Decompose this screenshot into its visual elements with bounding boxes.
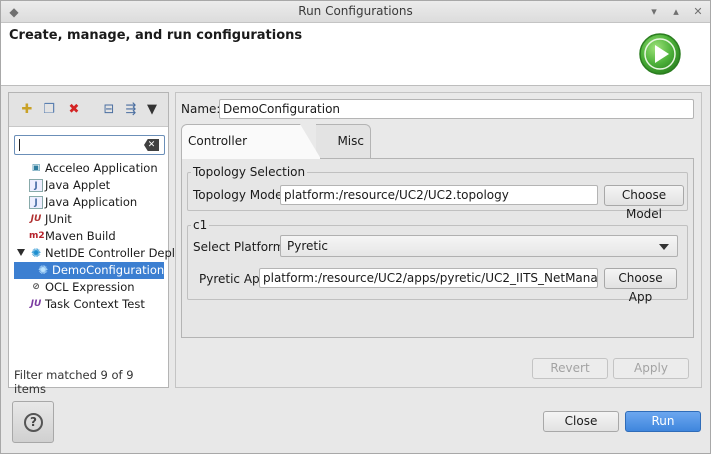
tab-controller-deployment[interactable]: Controller Deployment bbox=[181, 124, 321, 159]
tree-item-democonfiguration[interactable]: ✺ DemoConfiguration bbox=[14, 262, 164, 279]
run-configurations-dialog: ◆ Run Configurations ▾ ▴ ✕ Create, manag… bbox=[0, 0, 711, 454]
tab-content: Topology Selection Topology Model: platf… bbox=[181, 158, 694, 338]
tree-item-label: JUnit bbox=[45, 212, 72, 226]
topology-group-label: Topology Selection bbox=[191, 165, 308, 179]
tree-item-java-application[interactable]: J Java Application bbox=[9, 194, 168, 211]
tree-item-ocl-expression[interactable]: ⊘ OCL Expression bbox=[9, 279, 168, 296]
minimize-icon[interactable]: ▾ bbox=[646, 4, 662, 20]
netide-icon: ✺ bbox=[30, 246, 42, 260]
tree-item-maven-build[interactable]: m2 Maven Build bbox=[9, 228, 168, 245]
netide-config-icon: ✺ bbox=[37, 263, 49, 277]
topology-model-label: Topology Model: bbox=[193, 188, 290, 202]
task-context-icon: JU bbox=[30, 299, 42, 309]
duplicate-icon[interactable]: ❐ bbox=[40, 101, 58, 119]
tree-item-junit[interactable]: JU JUnit bbox=[9, 211, 168, 228]
window-title: Run Configurations bbox=[298, 4, 413, 18]
ocl-icon: ⊘ bbox=[32, 282, 40, 292]
topology-model-field[interactable]: platform:/resource/UC2/UC2.topology bbox=[280, 185, 598, 205]
configuration-editor-panel: Name: DemoConfiguration Controller Deplo… bbox=[175, 92, 702, 388]
topology-selection-group: Topology Selection Topology Model: platf… bbox=[187, 165, 688, 221]
select-platform-label: Select Platform: bbox=[193, 240, 289, 254]
filter-status-text: Filter matched 9 of 9 items bbox=[14, 368, 134, 396]
tree-item-label: Acceleo Application bbox=[45, 161, 158, 175]
choose-model-button[interactable]: Choose Model bbox=[604, 185, 684, 221]
name-label: Name: bbox=[181, 102, 221, 116]
choose-app-button[interactable]: Choose App bbox=[604, 268, 677, 304]
filter-input[interactable]: ✕ bbox=[14, 135, 165, 155]
tab-misc[interactable]: Misc bbox=[316, 124, 371, 159]
tree-item-label: DemoConfiguration bbox=[52, 263, 165, 277]
header-title: Create, manage, and run configurations bbox=[9, 28, 303, 43]
list-toolbar: ✚ ❐ ✖ ⊟ ⇶ ▼ bbox=[9, 93, 168, 127]
help-icon: ? bbox=[24, 413, 43, 432]
expand-arrow-icon[interactable] bbox=[17, 249, 25, 256]
run-button[interactable]: Run bbox=[625, 411, 701, 432]
tree-item-label: Java Application bbox=[45, 195, 138, 209]
tree-item-acceleo-application[interactable]: ▣ Acceleo Application bbox=[9, 160, 168, 177]
tree-item-task-context-test[interactable]: JU Task Context Test bbox=[9, 296, 168, 313]
text-caret bbox=[19, 139, 20, 151]
pyretic-app-label: Pyretic App bbox=[199, 272, 268, 286]
pyretic-app-field[interactable]: platform:/resource/UC2/apps/pyretic/UC2_… bbox=[259, 268, 598, 288]
tree-item-label: NetIDE Controller Deplo bbox=[45, 246, 183, 260]
c1-group-label: c1 bbox=[191, 218, 210, 232]
dialog-header: Create, manage, and run configurations bbox=[1, 23, 710, 86]
c1-group: c1 Select Platform: Pyretic Pyretic App … bbox=[187, 218, 688, 304]
maximize-icon[interactable]: ▴ bbox=[668, 4, 684, 20]
clear-filter-icon[interactable]: ✕ bbox=[144, 139, 159, 151]
tree-item-label: Maven Build bbox=[45, 229, 116, 243]
apply-button[interactable]: Apply bbox=[613, 358, 689, 379]
run-banner-icon bbox=[639, 33, 681, 75]
view-menu-icon[interactable]: ▼ bbox=[143, 101, 161, 119]
help-button[interactable]: ? bbox=[12, 401, 54, 443]
delete-icon[interactable]: ✖ bbox=[65, 101, 83, 119]
maven-icon: m2 bbox=[29, 231, 45, 241]
filter-icon[interactable]: ⇶ bbox=[122, 101, 140, 119]
tree-item-label: OCL Expression bbox=[45, 280, 135, 294]
name-field[interactable]: DemoConfiguration bbox=[219, 99, 694, 119]
new-config-icon[interactable]: ✚ bbox=[18, 101, 36, 119]
chevron-down-icon bbox=[659, 244, 669, 250]
acceleo-icon: ▣ bbox=[31, 163, 41, 173]
tree-item-netide-controller-deployment[interactable]: ✺ NetIDE Controller Deplo bbox=[9, 245, 182, 262]
platform-select[interactable]: Pyretic bbox=[280, 235, 678, 257]
java-application-icon: J bbox=[29, 196, 43, 209]
title-bar: ◆ Run Configurations ▾ ▴ ✕ bbox=[1, 1, 710, 23]
revert-button[interactable]: Revert bbox=[532, 358, 608, 379]
configuration-list-panel: ✚ ❐ ✖ ⊟ ⇶ ▼ ✕ ▣ Acceleo Application J Ja… bbox=[8, 92, 182, 396]
tree-item-label: Java Applet bbox=[45, 178, 111, 192]
platform-value: Pyretic bbox=[287, 239, 329, 253]
close-button[interactable]: Close bbox=[543, 411, 619, 432]
java-applet-icon: J bbox=[29, 179, 43, 192]
tree-item-java-applet[interactable]: J Java Applet bbox=[9, 177, 168, 194]
tree-item-label: Task Context Test bbox=[45, 297, 145, 311]
collapse-all-icon[interactable]: ⊟ bbox=[100, 101, 118, 119]
junit-icon: JU bbox=[30, 214, 42, 224]
configuration-tree: ▣ Acceleo Application J Java Applet J Ja… bbox=[9, 160, 182, 313]
close-window-icon[interactable]: ✕ bbox=[690, 4, 706, 20]
